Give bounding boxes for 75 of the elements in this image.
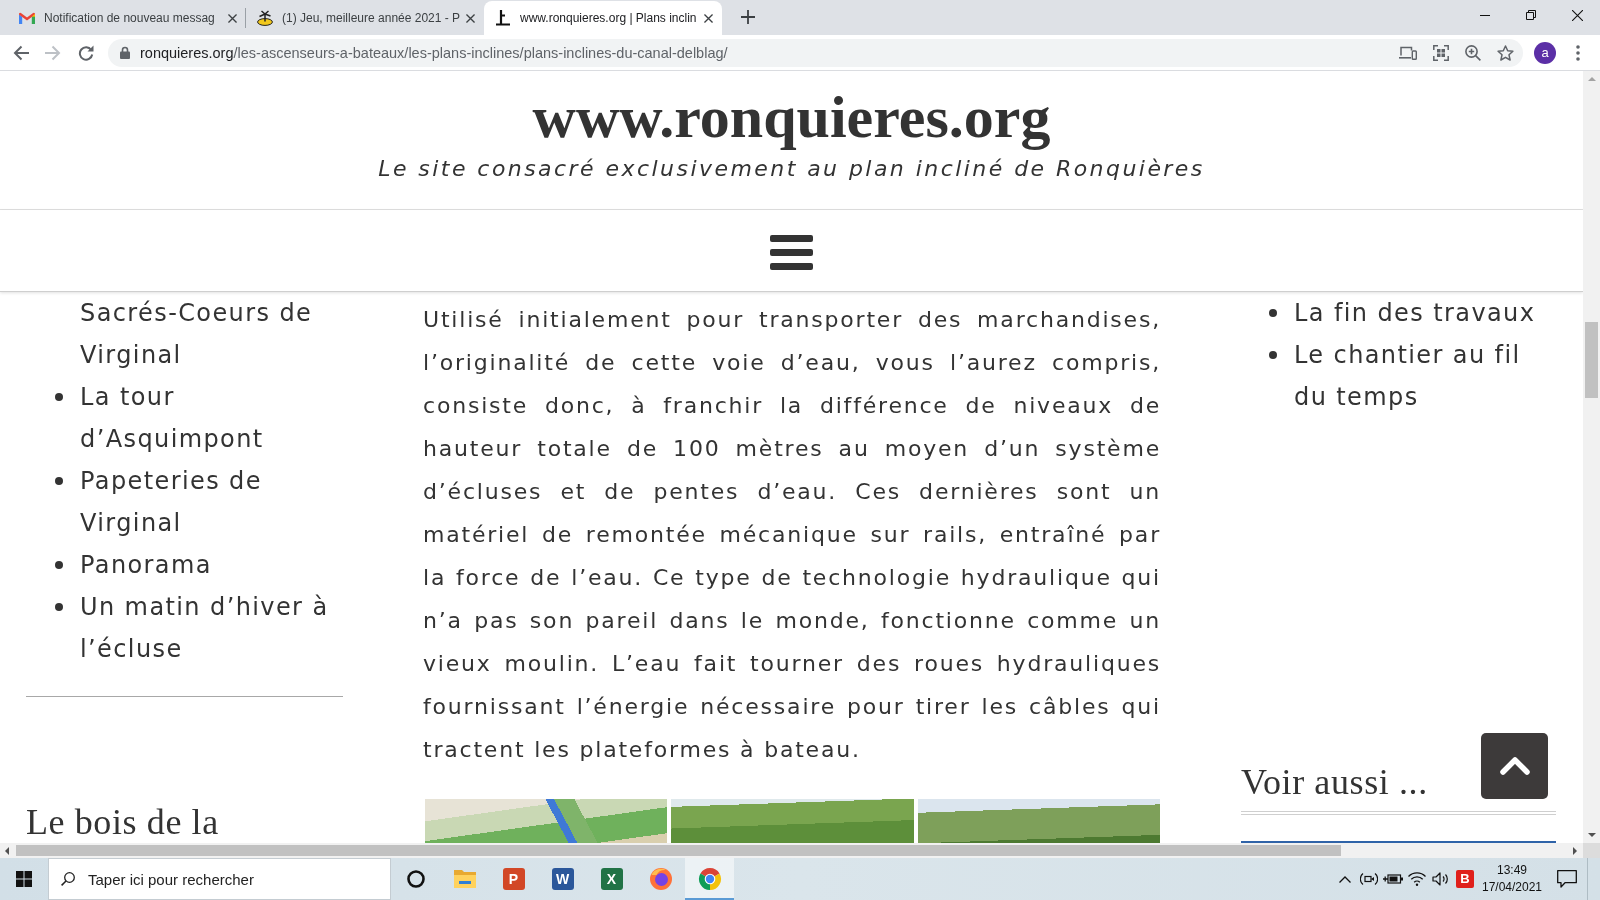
speaker-icon[interactable]	[1432, 872, 1450, 886]
lock-icon	[120, 46, 130, 59]
clock-time[interactable]: 13:49	[1497, 862, 1527, 879]
reload-icon[interactable]	[78, 44, 94, 61]
speech-bubble-icon[interactable]	[1557, 870, 1577, 888]
bullet-icon	[55, 477, 63, 485]
profile-avatar[interactable]: a	[1534, 41, 1556, 64]
star-icon[interactable]	[1497, 44, 1514, 61]
more-options-icon[interactable]	[1576, 44, 1580, 61]
search-field[interactable]: Taper ici pour rechercher	[48, 858, 391, 900]
scroll-left-icon[interactable]	[5, 846, 9, 855]
bullet-icon	[55, 561, 63, 569]
chevron-up-icon[interactable]	[1339, 875, 1351, 883]
horizontal-scrollbar[interactable]	[0, 843, 1583, 858]
segmented-circle-icon	[697, 867, 722, 891]
island-icon	[257, 10, 273, 26]
scrollbar-thumb[interactable]	[16, 845, 1341, 856]
sidebar-link[interactable]: Le chantier au fil du temps	[1294, 334, 1549, 418]
minimize-icon[interactable]	[1480, 14, 1490, 16]
clock-date[interactable]: 17/04/2021	[1481, 879, 1543, 896]
ring-icon[interactable]	[406, 870, 425, 888]
mail-icon	[19, 12, 35, 24]
scroll-right-icon[interactable]	[1573, 846, 1577, 855]
menu-icon[interactable]	[770, 234, 813, 270]
search-icon	[61, 872, 75, 886]
sidebar-link[interactable]: Panorama	[80, 544, 343, 586]
grid-icon[interactable]	[1433, 44, 1449, 61]
zoom-in-icon[interactable]	[1465, 44, 1481, 61]
letter-tile-icon: P	[502, 868, 525, 890]
sidebar-link[interactable]: La fin des travaux	[1294, 292, 1549, 334]
vertical-scrollbar[interactable]	[1583, 71, 1600, 843]
article-paragraph: Utilisé initialement pour transporter des marchandises, l’originalité de cette voie d’eau, vous l’aurez compris, consiste donc, à franchir la différence de niveaux de hauteur totale de 100 mètres au moyen d’un système d’écluses et de pentes d’eau. Ces dernières sont un matériel de remontée mécanique sur rails, entraîné par la force de l’eau. Ce type de technologie hydraulique qui n’a pas son pareil dans le monde, fonctionne comme un vieux moulin. L’eau fait tourner des roues hydrauliques fournissant l’énergie nécessaire pour tirer les câbles qui tractent les plateformes à bateau.	[423, 306, 1161, 764]
taskbar-button[interactable]: P	[489, 858, 538, 900]
taskbar-button[interactable]: W	[538, 858, 587, 900]
letter-tile-icon: X	[600, 868, 623, 890]
wifi-icon[interactable]	[1408, 872, 1426, 886]
folder-icon	[452, 869, 477, 889]
site-title[interactable]: www.ronquieres.org	[532, 81, 1051, 153]
site-tagline: Le site consacré exclusivement au plan incliné de Ronquières	[378, 155, 1205, 183]
sidebar-link[interactable]: Sacrés-Coeurs de Virginal	[80, 292, 343, 376]
sidebar-link[interactable]: Un matin d’hiver à l’écluse	[80, 586, 343, 670]
inverted-t-icon	[495, 10, 511, 26]
four-squares-icon[interactable]	[16, 871, 32, 887]
flame-circle-icon	[648, 867, 673, 891]
browser-tab[interactable]: Notification de nouveau messag	[8, 1, 246, 35]
sidebar-heading: Le bois de la	[26, 801, 219, 843]
scrollbar-thumb[interactable]	[1585, 322, 1598, 398]
bullet-icon	[55, 393, 63, 401]
scroll-top-button[interactable]	[1481, 733, 1548, 799]
battery-icon[interactable]	[1383, 873, 1403, 885]
close-icon[interactable]	[228, 13, 237, 23]
scroll-down-icon[interactable]	[1587, 833, 1596, 837]
sidebar-link[interactable]: La tour d’Asquimpont	[80, 376, 343, 460]
close-icon[interactable]	[704, 13, 713, 23]
new-tab-icon[interactable]	[741, 10, 755, 24]
close-icon[interactable]	[1571, 9, 1583, 21]
bullet-icon	[1269, 309, 1277, 317]
b-logo-icon[interactable]: B	[1456, 870, 1474, 888]
sidebar-heading: Voir aussi ...	[1241, 761, 1428, 804]
taskbar-button[interactable]: X	[587, 858, 636, 900]
bullet-icon	[55, 603, 63, 611]
browser-tab[interactable]: (1) Jeu, meilleure année 2021 - P	[246, 1, 484, 35]
sidebar-link[interactable]: Papeteries de Virginal	[80, 460, 343, 544]
letter-tile-icon: W	[551, 868, 574, 890]
video-camera-icon[interactable]	[1360, 871, 1378, 887]
taskbar-button[interactable]	[685, 858, 734, 900]
bullet-icon	[1269, 351, 1277, 359]
back-icon[interactable]	[13, 44, 29, 61]
browser-tab[interactable]: www.ronquieres.org | Plans inclin	[484, 1, 722, 35]
close-icon[interactable]	[466, 13, 475, 23]
address-field[interactable]: ronquieres.org/les-ascenseurs-a-bateaux/les-plans-inclines/plans-inclines-du-canal-delblag/	[108, 38, 1523, 67]
restore-icon[interactable]	[1526, 10, 1536, 20]
scrollbar-corner	[1583, 843, 1600, 858]
chevron-up-icon	[1499, 757, 1530, 775]
devices-icon[interactable]	[1399, 45, 1417, 60]
